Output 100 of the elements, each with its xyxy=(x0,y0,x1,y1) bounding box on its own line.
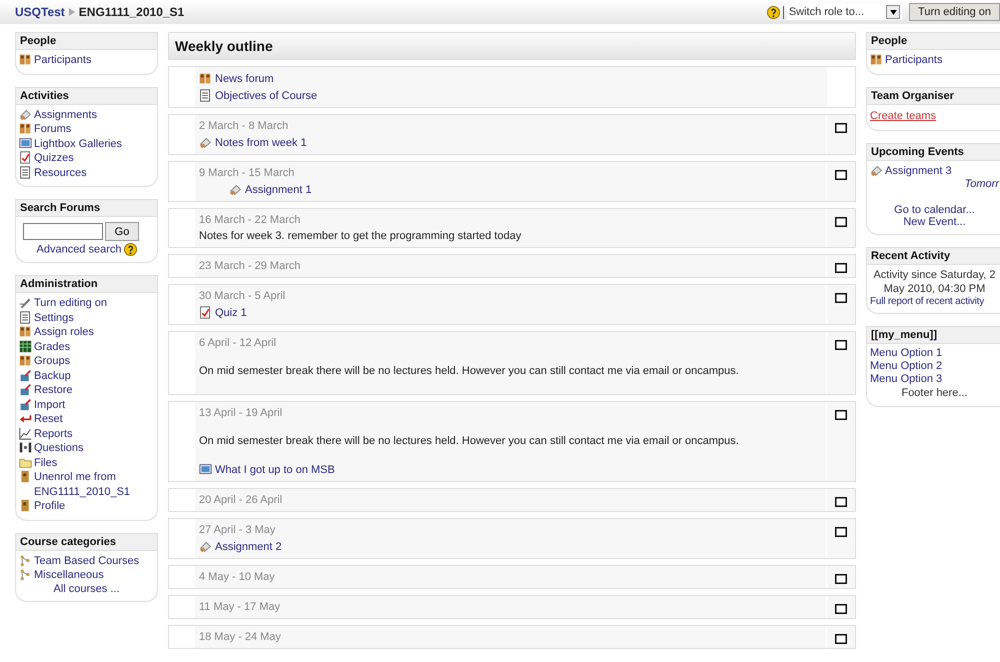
block-link[interactable]: Unenrol me from ENG1111_2010_S1 xyxy=(19,470,154,499)
block-link[interactable]: Files xyxy=(19,456,154,470)
breadcrumb-link[interactable]: USQTest xyxy=(15,5,65,19)
search-field[interactable] xyxy=(23,223,103,240)
menu-footer: Footer here... xyxy=(870,386,999,400)
highlight-toggle-icon[interactable] xyxy=(835,574,847,584)
block-link[interactable]: Reset xyxy=(19,412,154,426)
calendar-link[interactable]: Go to calendar... xyxy=(870,204,999,216)
highlight-toggle-icon[interactable] xyxy=(835,123,847,133)
section-summary: On mid semester break there will be no lectures held. However you can still contact me via email or oncampus. xyxy=(199,434,740,449)
week-date: 13 April - 19 April xyxy=(199,407,284,419)
highlight-toggle-icon[interactable] xyxy=(835,604,847,614)
week-date: 9 March - 15 March xyxy=(199,167,296,179)
highlight-toggle-icon[interactable] xyxy=(835,634,847,644)
help-icon[interactable] xyxy=(766,6,780,18)
block-link[interactable]: Quizzes xyxy=(19,151,154,166)
block-link[interactable]: Turn editing on xyxy=(19,296,154,310)
activity-link[interactable]: Quiz 1 xyxy=(199,306,822,319)
block-link[interactable]: Import xyxy=(19,398,154,412)
block-link[interactable]: Miscellaneous xyxy=(19,568,154,582)
chart-icon xyxy=(19,426,32,440)
block-link[interactable]: Questions xyxy=(19,441,154,456)
highlight-toggle-icon[interactable] xyxy=(835,340,847,350)
people-icon xyxy=(19,325,32,338)
tree-icon xyxy=(19,554,32,566)
highlight-toggle-icon[interactable] xyxy=(835,170,847,180)
box-arrow-icon xyxy=(19,368,32,382)
block-link[interactable]: Backup xyxy=(19,368,154,383)
photo-icon xyxy=(199,463,212,476)
calendar-link[interactable]: New Event... xyxy=(870,216,999,228)
activity-link[interactable]: What I got up to on MSB xyxy=(199,463,822,476)
menu-option[interactable]: Menu Option 2 xyxy=(870,360,999,373)
recent-activity-link[interactable]: Full report of recent activity xyxy=(870,296,999,307)
block-link[interactable]: Reports xyxy=(19,426,154,441)
block-link[interactable]: Lightbox Galleries xyxy=(19,136,154,151)
outline-title: Weekly outline xyxy=(175,38,273,54)
people-icon xyxy=(19,53,32,66)
block-link[interactable]: Restore xyxy=(19,383,154,398)
photo-icon xyxy=(19,136,32,150)
week-date: 30 March - 5 April xyxy=(199,290,286,302)
block-link[interactable]: Team Based Courses xyxy=(19,554,154,568)
section-note: Notes for week 3. remember to get the programming started today xyxy=(199,230,522,242)
highlight-toggle-icon[interactable] xyxy=(835,217,847,227)
activity-link[interactable]: Notes from week 1 xyxy=(199,136,822,149)
week-date: 6 April - 12 April xyxy=(199,337,278,349)
block-title: People xyxy=(871,35,908,47)
highlight-toggle-icon[interactable] xyxy=(835,497,847,507)
all-courses-link[interactable]: All courses ... xyxy=(19,582,154,594)
activity-link[interactable]: Assignment 1 xyxy=(229,183,822,196)
week-date: 23 March - 29 March xyxy=(199,260,302,272)
block-link[interactable]: Assignments xyxy=(19,108,154,122)
week-date: 20 April - 26 April xyxy=(199,494,284,506)
people-icon xyxy=(199,72,212,85)
document-icon xyxy=(19,166,32,178)
activity-text: May 2010, 04:30 PM xyxy=(882,282,986,296)
highlight-toggle-icon[interactable] xyxy=(835,293,847,303)
menu-option[interactable]: Menu Option 3 xyxy=(870,373,999,386)
person-icon xyxy=(19,499,32,512)
switch-role-dropdown[interactable]: Switch role to... xyxy=(786,4,902,20)
turn-editing-on-button[interactable]: Turn editing on xyxy=(909,3,1000,21)
block-link[interactable]: Participants xyxy=(870,53,999,68)
help-icon[interactable] xyxy=(124,243,136,256)
menu-option[interactable]: Menu Option 1 xyxy=(870,347,999,360)
highlight-toggle-icon[interactable] xyxy=(835,410,847,420)
block-title: Upcoming Events xyxy=(871,146,964,158)
papers-icon xyxy=(19,108,32,120)
activity-link[interactable]: Objectives of Course xyxy=(199,89,823,102)
people-icon xyxy=(870,53,883,66)
week-date: 4 May - 10 May xyxy=(199,571,276,583)
create-teams-link[interactable]: Create teams xyxy=(870,108,999,124)
block-link[interactable]: Profile xyxy=(19,499,154,514)
block-title: Course categories xyxy=(20,536,116,548)
block-link[interactable]: Assign roles xyxy=(19,325,154,340)
block-link[interactable]: Participants xyxy=(19,53,154,68)
block-link[interactable]: Grades xyxy=(19,340,154,354)
week-date: 11 May - 17 May xyxy=(199,601,282,613)
block-link[interactable]: Groups xyxy=(19,354,154,368)
activity-link[interactable]: Assignment 2 xyxy=(199,540,822,553)
block-link[interactable]: Settings xyxy=(19,310,154,325)
event-link[interactable]: Assignment 3 xyxy=(870,164,999,178)
papers-icon xyxy=(199,136,212,149)
box-arrow-icon xyxy=(19,383,32,396)
document-icon xyxy=(19,310,32,324)
activity-link[interactable]: News forum xyxy=(199,72,823,85)
highlight-toggle-icon[interactable] xyxy=(835,527,847,537)
highlight-toggle-icon[interactable] xyxy=(835,263,847,273)
event-date: Tomorr xyxy=(964,178,999,190)
people-icon xyxy=(19,122,32,135)
papers-icon xyxy=(199,540,212,553)
block-link[interactable]: Resources xyxy=(19,166,154,180)
breadcrumb-separator-icon xyxy=(68,8,75,16)
document-icon xyxy=(199,89,212,102)
activity-text: Activity since Saturday, 2 xyxy=(872,268,997,282)
block-title: Search Forums xyxy=(20,202,100,214)
block-title: Activities xyxy=(20,90,69,102)
block-link[interactable]: Forums xyxy=(19,122,154,136)
block-title: Team Organiser xyxy=(871,90,954,102)
block-title: Recent Activity xyxy=(871,250,950,262)
advanced-search-link[interactable]: Advanced search xyxy=(36,243,122,256)
go-button[interactable]: Go xyxy=(105,222,139,241)
